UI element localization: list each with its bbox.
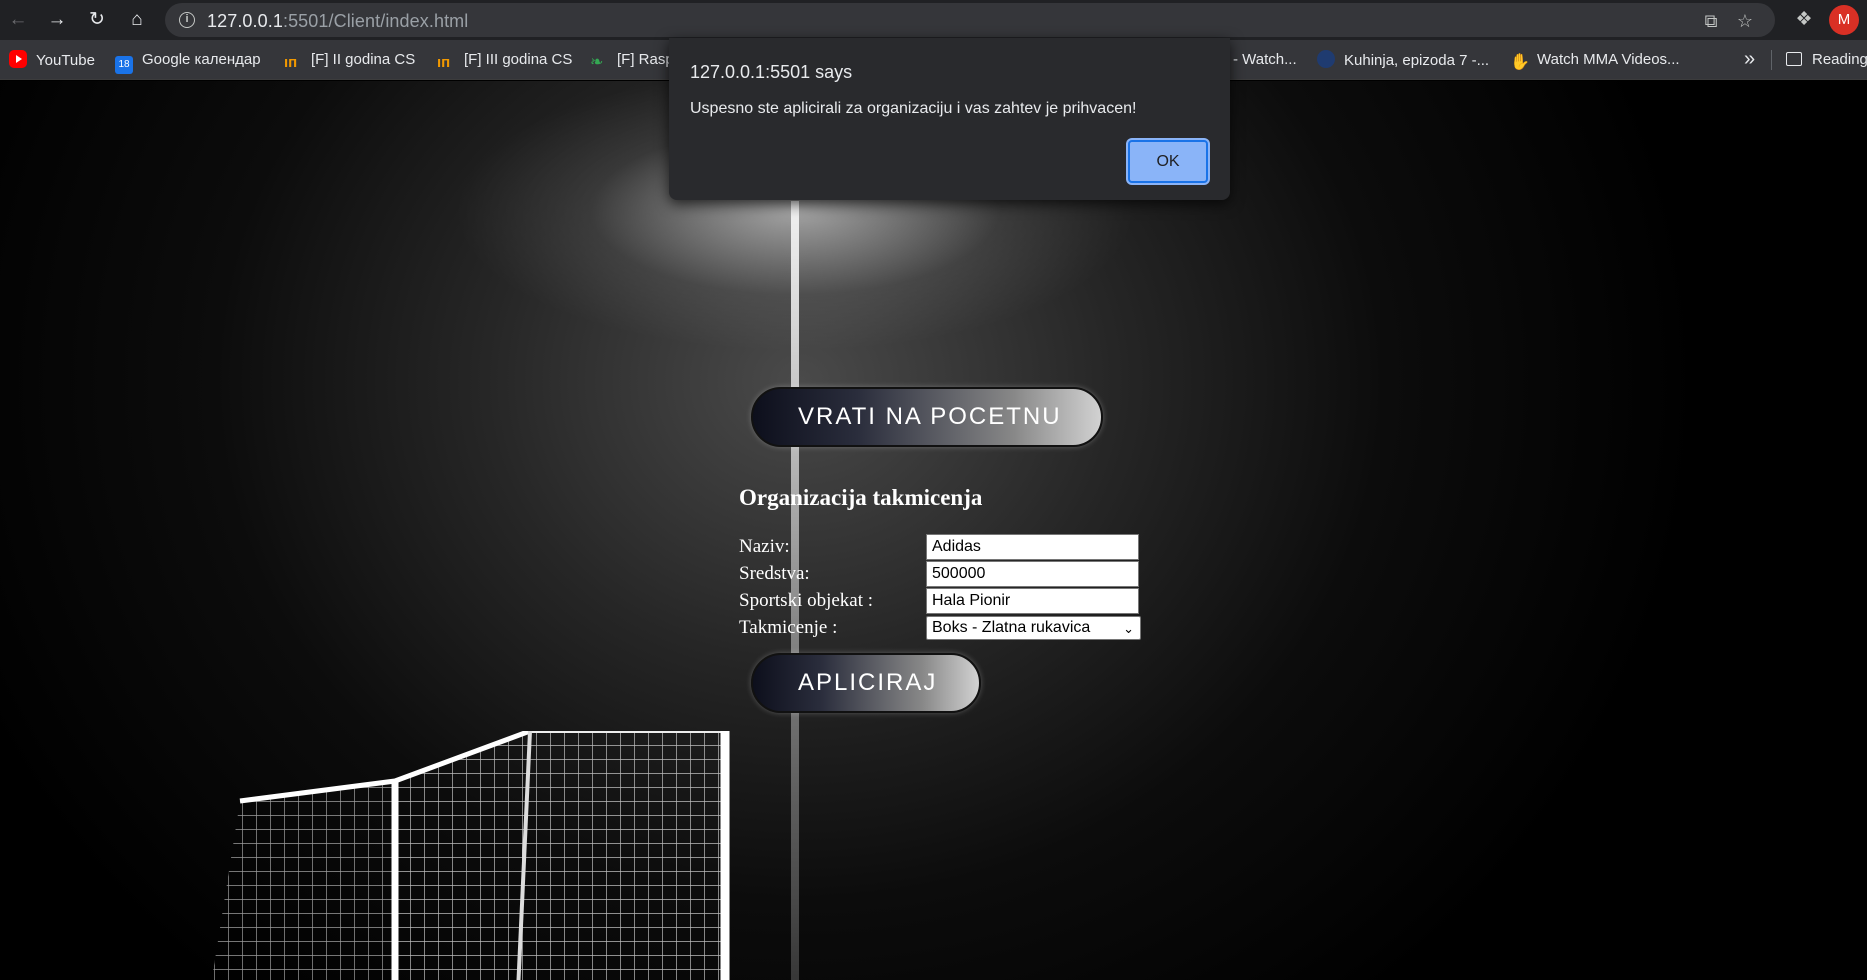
bookmark-youtube[interactable]: YouTube: [9, 50, 95, 70]
dialog-title: 127.0.0.1:5501 says: [690, 62, 853, 82]
bookmark-label: [F] II godina CS: [311, 51, 416, 68]
bookmark-label: Google календар: [142, 51, 261, 68]
url-host: 127.0.0.1: [207, 11, 283, 31]
bookmark-iii-godina[interactable]: ıп [F] III godina CS: [437, 50, 573, 71]
apply-button[interactable]: APLICIRAJ: [751, 653, 981, 713]
site-icon: [1317, 50, 1335, 68]
takmicenje-select[interactable]: Boks - Zlatna rukavica ⌄: [926, 616, 1141, 640]
sportski-objekat-label: Sportski objekat :: [739, 590, 874, 611]
ims-icon: ıп: [437, 54, 451, 71]
home-icon[interactable]: ⌂: [123, 6, 151, 34]
form-title: Organizacija takmicenja: [739, 485, 983, 510]
bookmark-watch[interactable]: - Watch...: [1233, 50, 1297, 70]
naziv-input[interactable]: Adidas: [926, 534, 1139, 560]
back-icon[interactable]: ←: [4, 6, 32, 34]
mma-icon: ✋: [1510, 54, 1530, 71]
bookmark-raspored[interactable]: ❧ [F] Rasp: [590, 50, 674, 71]
bookmarks-divider: [1771, 50, 1772, 70]
dialog-message: Uspesno ste aplicirali za organizaciju i…: [690, 100, 1137, 117]
youtube-icon: [9, 50, 27, 68]
calendar-icon: 18: [115, 56, 133, 74]
takmicenje-label: Takmicenje :: [739, 617, 838, 638]
puzzle-icon[interactable]: ❖: [1791, 7, 1817, 33]
reload-icon[interactable]: ↻: [83, 6, 111, 34]
takmicenje-selected-value: Boks - Zlatna rukavica: [932, 619, 1091, 636]
alert-dialog: 127.0.0.1:5501 says Uspesno ste aplicira…: [669, 38, 1230, 200]
share-icon[interactable]: ⧉: [1699, 9, 1723, 33]
chevron-down-icon: ⌄: [1123, 621, 1134, 636]
bookmark-label: [F] Rasp: [617, 51, 674, 68]
back-to-home-button[interactable]: VRATI NA POCETNU: [751, 387, 1103, 447]
bookmark-google-calendar[interactable]: 18 Google календар: [115, 50, 261, 74]
bookmark-label: YouTube: [36, 52, 95, 69]
ok-button[interactable]: OK: [1128, 140, 1208, 183]
football-goal-image: [211, 731, 730, 980]
bookmark-ii-godina[interactable]: ıп [F] II godina CS: [284, 50, 416, 71]
naziv-label: Naziv:: [739, 536, 790, 557]
browser-toolbar: ← → ↻ ⌂ i 127.0.0.1:5501/Client/index.ht…: [0, 0, 1867, 40]
reading-list-icon: [1786, 52, 1802, 66]
reading-list-button[interactable]: Reading: [1786, 50, 1867, 70]
star-icon[interactable]: ☆: [1733, 9, 1757, 33]
sredstva-input[interactable]: 500000: [926, 561, 1139, 587]
bookmark-label: Kuhinja, epizoda 7 -...: [1344, 52, 1490, 69]
bookmark-mma[interactable]: ✋ Watch MMA Videos...: [1510, 50, 1680, 71]
bookmarks-overflow-icon[interactable]: »: [1744, 48, 1755, 71]
page-viewport: VRATI NA POCETNU Organizacija takmicenja…: [0, 81, 1867, 980]
bookmark-label: [F] III godina CS: [464, 51, 573, 68]
url-path: :5501/Client/index.html: [282, 11, 469, 31]
ims-icon: ıп: [284, 54, 298, 71]
sredstva-label: Sredstva:: [739, 563, 810, 584]
bookmark-label: Watch MMA Videos...: [1537, 51, 1680, 68]
forward-icon[interactable]: →: [43, 6, 71, 34]
site-info-icon[interactable]: i: [179, 12, 195, 28]
url-text[interactable]: 127.0.0.1:5501/Client/index.html: [207, 11, 468, 32]
bookmark-label: - Watch...: [1233, 51, 1297, 68]
bookmark-kuhinja[interactable]: Kuhinja, epizoda 7 -...: [1317, 50, 1489, 70]
address-bar[interactable]: i 127.0.0.1:5501/Client/index.html ⧉ ☆: [165, 3, 1775, 37]
reading-list-label: Reading: [1812, 51, 1867, 68]
profile-avatar[interactable]: M: [1829, 5, 1859, 35]
leaf-icon: ❧: [590, 54, 604, 71]
sportski-objekat-input[interactable]: Hala Pionir: [926, 588, 1139, 614]
